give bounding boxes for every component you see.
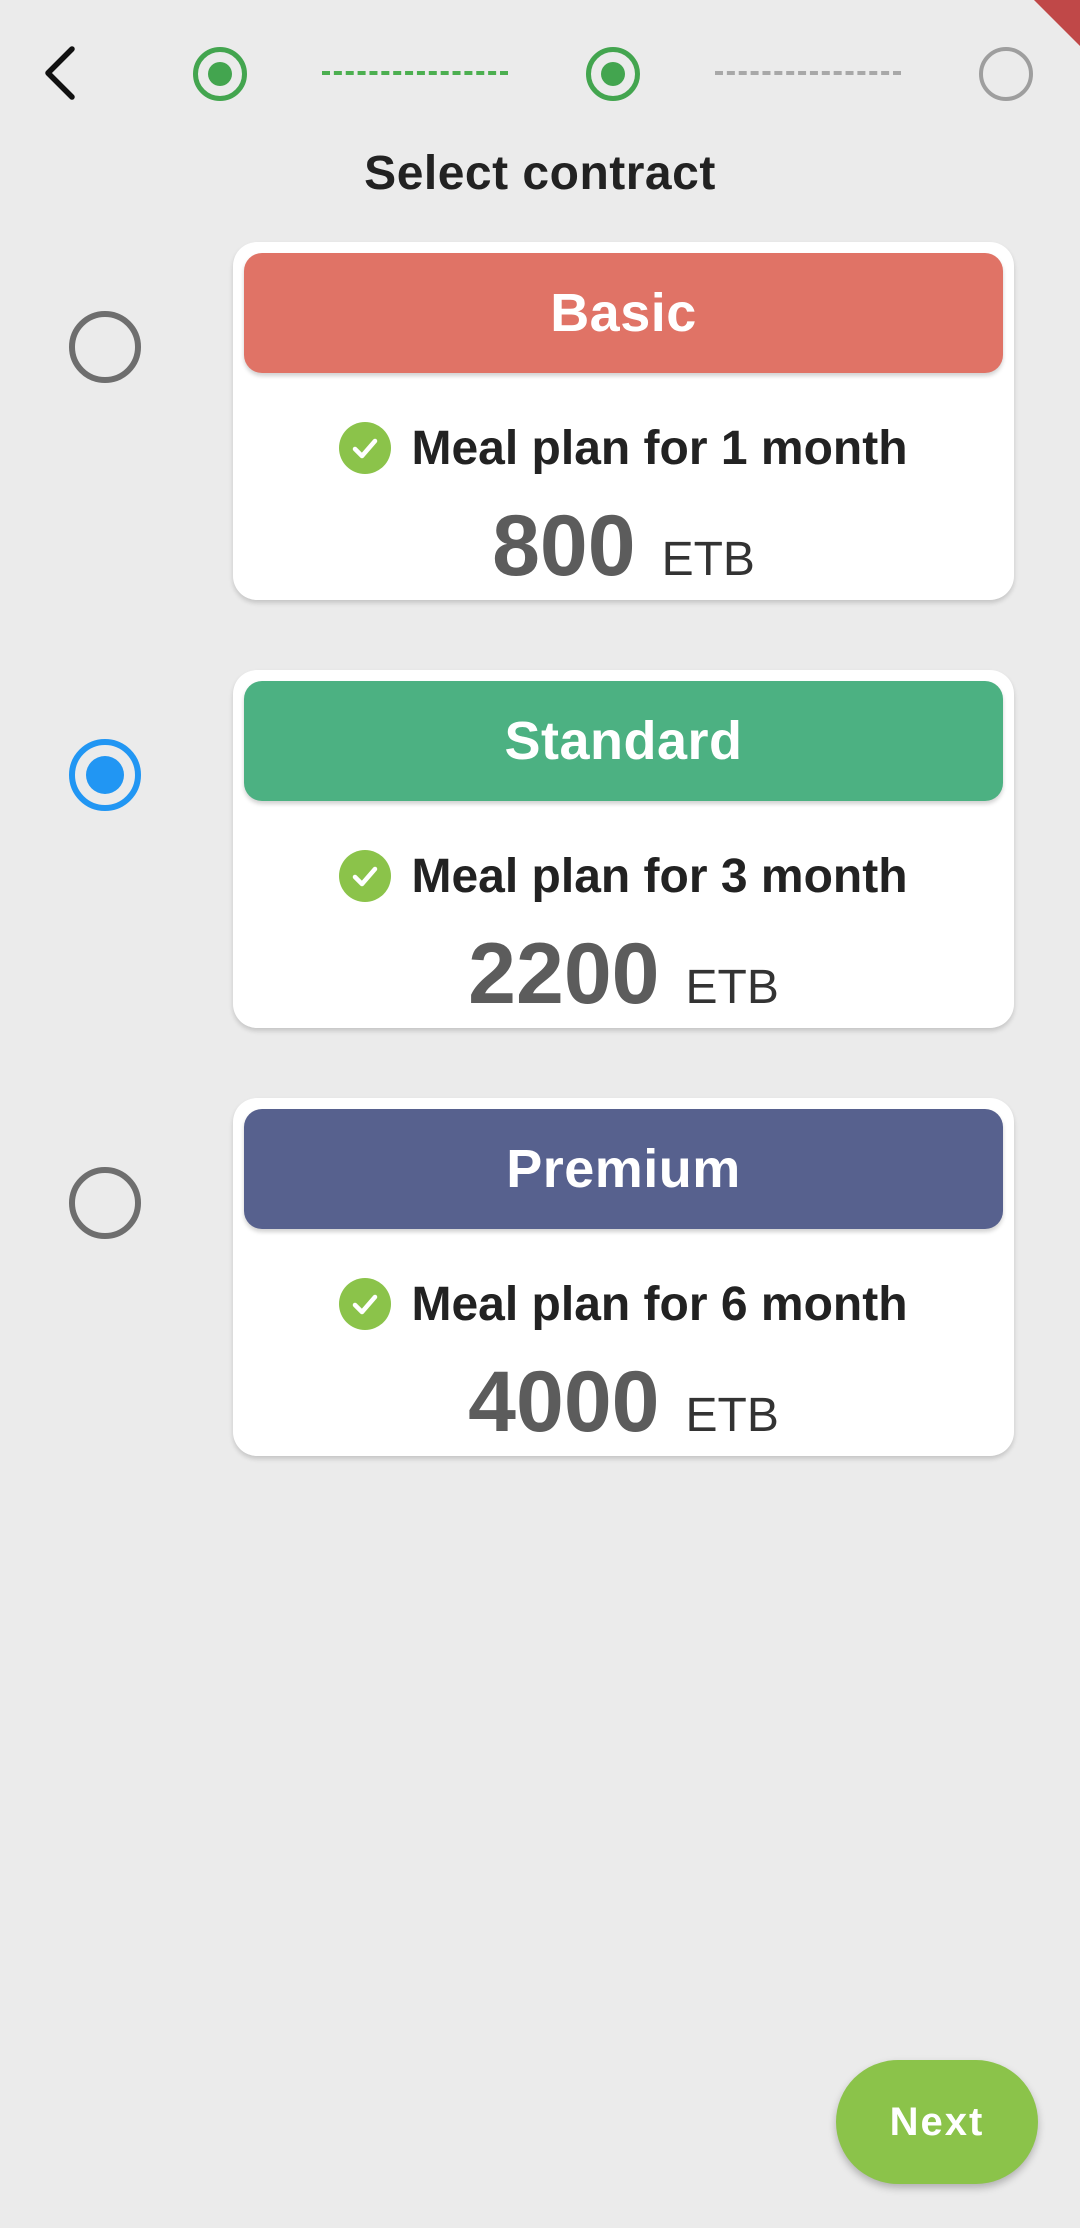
check-circle-icon: [339, 422, 392, 474]
price-amount: 800: [492, 498, 636, 594]
back-button[interactable]: [28, 38, 92, 108]
plan-name: Standard: [244, 681, 1003, 801]
progress-stepper: [190, 44, 1040, 104]
price-currency: ETB: [685, 961, 779, 1014]
plan-feature-text: Meal plan for 3 month: [411, 849, 908, 903]
plan-card-standard[interactable]: Standard Meal plan for 3 month 2200 ETB: [233, 670, 1014, 1028]
plan-feature: Meal plan for 3 month: [233, 844, 1014, 908]
plan-radio-basic[interactable]: [69, 311, 141, 383]
plan-radio-standard[interactable]: [69, 739, 141, 811]
step-2-indicator: [586, 47, 640, 101]
plan-card-basic[interactable]: Basic Meal plan for 1 month 800 ETB: [233, 242, 1014, 600]
chevron-left-icon: [45, 46, 75, 100]
plan-name: Basic: [244, 253, 1003, 373]
page-title: Select contract: [364, 147, 716, 200]
plan-radio-premium[interactable]: [69, 1167, 141, 1239]
step-1-indicator: [193, 47, 247, 101]
step-3-indicator: [979, 47, 1033, 101]
price-currency: ETB: [661, 533, 755, 586]
plan-name: Premium: [244, 1109, 1003, 1229]
price-amount: 2200: [468, 926, 660, 1022]
check-circle-icon: [339, 850, 392, 902]
plan-feature-text: Meal plan for 6 month: [411, 1277, 908, 1331]
next-button[interactable]: Next: [836, 2060, 1038, 2184]
plan-feature: Meal plan for 6 month: [233, 1272, 1014, 1336]
plan-option-basic: Basic Meal plan for 1 month 800 ETB: [0, 242, 1080, 604]
plan-price: 4000 ETB: [233, 1354, 1014, 1450]
plan-feature: Meal plan for 1 month: [233, 416, 1014, 480]
plan-option-standard: Standard Meal plan for 3 month 2200 ETB: [0, 670, 1080, 1032]
price-currency: ETB: [685, 1389, 779, 1442]
corner-ribbon: [1034, 0, 1080, 46]
price-amount: 4000: [468, 1354, 660, 1450]
plan-feature-text: Meal plan for 1 month: [411, 421, 908, 475]
step-2-connector: [715, 71, 901, 75]
step-1-connector: [322, 71, 508, 75]
plan-price: 2200 ETB: [233, 926, 1014, 1022]
plan-card-premium[interactable]: Premium Meal plan for 6 month 4000 ETB: [233, 1098, 1014, 1456]
check-circle-icon: [339, 1278, 392, 1330]
plan-option-premium: Premium Meal plan for 6 month 4000 ETB: [0, 1098, 1080, 1460]
plan-price: 800 ETB: [233, 498, 1014, 594]
